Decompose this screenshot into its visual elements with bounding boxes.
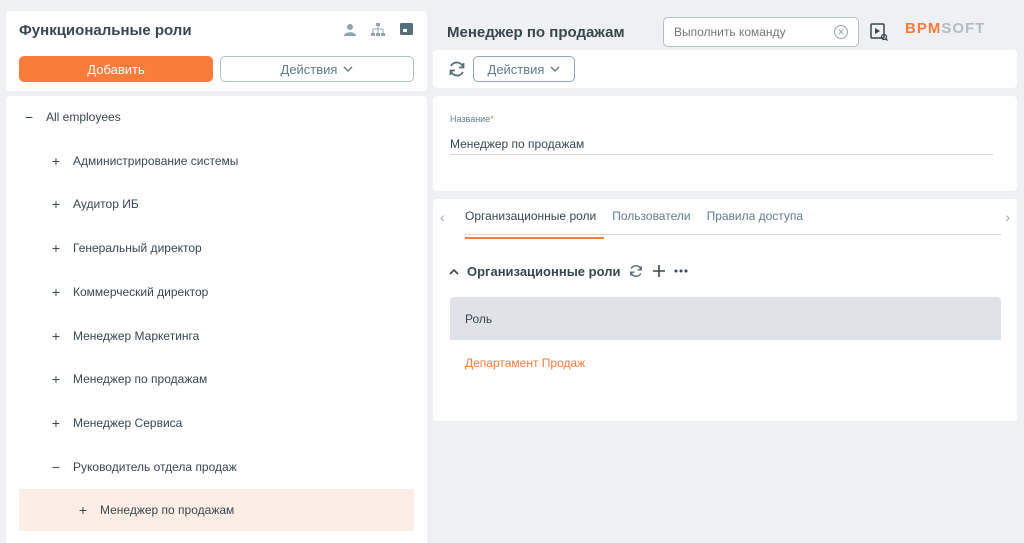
- field-underline: [450, 154, 993, 155]
- tree-item-label: Менеджер Маркетинга: [73, 329, 200, 343]
- expand-icon[interactable]: +: [49, 153, 63, 169]
- bpmsoft-logo: BPMSOFT: [905, 20, 986, 37]
- detail-header: Организационные роли: [449, 263, 688, 279]
- command-line[interactable]: ✕: [663, 17, 859, 47]
- video-help-icon[interactable]: [870, 23, 888, 41]
- chevron-left-icon[interactable]: ‹: [440, 209, 445, 225]
- actions-label: Действия: [487, 61, 545, 77]
- user-icon[interactable]: [343, 22, 357, 36]
- roles-tree: − All employees + Администрирование сист…: [6, 96, 427, 543]
- tree-item-label: Коммерческий директор: [73, 285, 209, 299]
- page-title: Функциональные роли: [19, 22, 192, 39]
- tree-item-label: Менеджер по продажам: [73, 372, 208, 386]
- add-button[interactable]: Добавить: [19, 56, 213, 82]
- refresh-icon[interactable]: [447, 59, 467, 79]
- grid-row-link[interactable]: Департамент Продаж: [465, 356, 585, 370]
- org-structure-icon[interactable]: [371, 22, 385, 36]
- expand-icon[interactable]: +: [49, 284, 63, 300]
- tree-item[interactable]: − All employees: [19, 97, 414, 137]
- folder-icon[interactable]: [399, 22, 413, 36]
- actions-dropdown[interactable]: Действия: [220, 56, 414, 82]
- detail-title: Организационные роли: [467, 263, 621, 279]
- record-title: Менеджер по продажам: [447, 24, 625, 41]
- command-input[interactable]: [674, 25, 834, 39]
- tree-item-selected[interactable]: + Менеджер по продажам: [19, 489, 414, 531]
- expand-icon[interactable]: +: [49, 415, 63, 431]
- expand-icon[interactable]: +: [49, 196, 63, 212]
- refresh-icon[interactable]: [628, 263, 644, 279]
- chevron-down-icon: [550, 66, 560, 72]
- required-marker: *: [490, 114, 494, 124]
- chevron-right-icon[interactable]: ›: [1005, 209, 1010, 225]
- chevron-up-icon[interactable]: [449, 268, 459, 275]
- record-form: Название* Менеджер по продажам: [433, 96, 1017, 191]
- tree-item-label: Менеджер по продажам: [100, 503, 235, 517]
- expand-icon[interactable]: +: [49, 371, 63, 387]
- tree-item[interactable]: + Менеджер Маркетинга: [19, 316, 414, 356]
- name-field-label: Название*: [450, 114, 494, 124]
- view-switcher: [343, 22, 413, 36]
- tree-item[interactable]: + Коммерческий директор: [19, 272, 414, 312]
- tree-item[interactable]: + Менеджер по продажам: [19, 359, 414, 399]
- grid-header[interactable]: Роль: [450, 297, 1001, 340]
- tree-item-label: Руководитель отдела продаж: [73, 460, 237, 474]
- clear-icon[interactable]: ✕: [834, 25, 848, 39]
- tree-item-label: Менеджер Сервиса: [73, 416, 183, 430]
- plus-icon[interactable]: [652, 264, 666, 278]
- collapse-icon[interactable]: −: [49, 459, 63, 475]
- tabs-divider: [465, 234, 1001, 235]
- tree-item[interactable]: + Генеральный директор: [19, 228, 414, 268]
- expand-icon[interactable]: +: [49, 240, 63, 256]
- record-actions-dropdown[interactable]: Действия: [473, 56, 575, 82]
- actions-label: Действия: [280, 61, 338, 77]
- expand-icon[interactable]: +: [76, 502, 90, 518]
- tree-item-label: Администрирование системы: [73, 154, 239, 168]
- tree-item[interactable]: + Аудитор ИБ: [19, 184, 414, 224]
- tree-item-label: Аудитор ИБ: [73, 197, 139, 211]
- expand-icon[interactable]: +: [49, 328, 63, 344]
- tabs-panel: ‹ › Организационные роли Пользователи Пр…: [433, 199, 1017, 421]
- more-icon[interactable]: [674, 269, 688, 273]
- tree-item[interactable]: + Менеджер Сервиса: [19, 403, 414, 443]
- collapse-icon[interactable]: −: [22, 109, 36, 125]
- tree-item-label: All employees: [46, 110, 121, 124]
- left-header-panel: Функциональные роли Добавить Действия: [6, 11, 427, 91]
- record-toolbar: Действия: [433, 50, 1017, 88]
- name-field[interactable]: Менеджер по продажам: [450, 137, 584, 151]
- column-role[interactable]: Роль: [465, 312, 492, 326]
- tree-item[interactable]: − Руководитель отдела продаж: [19, 447, 414, 487]
- chevron-down-icon: [343, 66, 353, 72]
- tree-item[interactable]: + Администрирование системы: [19, 141, 414, 181]
- tree-item-label: Генеральный директор: [73, 241, 202, 255]
